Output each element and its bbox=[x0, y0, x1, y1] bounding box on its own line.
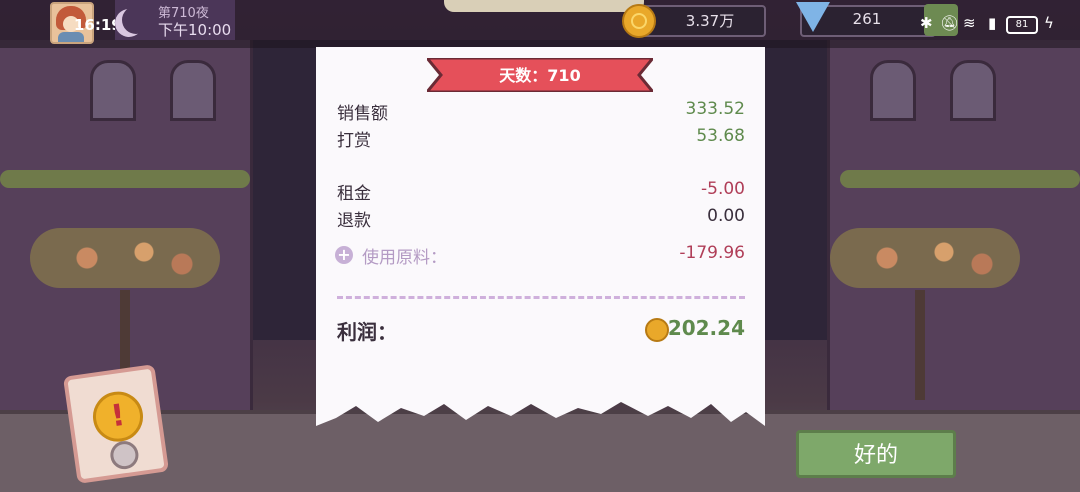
flowering-tree bbox=[830, 228, 1020, 288]
flowering-tree bbox=[30, 228, 220, 288]
tree-trunk bbox=[915, 290, 925, 400]
rent-label: 租金 bbox=[337, 184, 371, 204]
building-window bbox=[170, 60, 216, 121]
flower-vine bbox=[840, 170, 1080, 188]
card-dot-icon bbox=[108, 439, 141, 471]
flower-vine bbox=[0, 170, 250, 188]
plus-icon[interactable]: + bbox=[335, 246, 353, 264]
notification-icon: ▮ bbox=[988, 14, 997, 32]
coin-icon bbox=[645, 318, 669, 342]
materials-value: -179.96 bbox=[679, 243, 745, 263]
battery-indicator: 81 bbox=[1006, 16, 1038, 34]
exclamation-icon: ! bbox=[89, 388, 147, 445]
building-window bbox=[90, 60, 136, 121]
divider bbox=[337, 296, 745, 299]
top-tab[interactable] bbox=[444, 0, 644, 12]
profit-label: 利润： bbox=[337, 320, 397, 344]
tips-value: 53.68 bbox=[696, 126, 745, 146]
gem-value: 261 bbox=[852, 10, 882, 28]
building-window bbox=[870, 60, 916, 121]
materials-label[interactable]: 使用原料： bbox=[362, 243, 447, 268]
receipt-torn-edge bbox=[316, 396, 765, 426]
game-time: 下午10:00 bbox=[158, 21, 232, 39]
day-count: 天数：710 bbox=[499, 66, 581, 85]
charging-icon: ϟ bbox=[1044, 14, 1054, 32]
moon-icon bbox=[122, 6, 150, 34]
ok-button[interactable]: 好的 bbox=[796, 430, 956, 478]
coin-icon bbox=[622, 4, 656, 38]
right-building bbox=[827, 40, 1080, 410]
bluetooth-icon: ✱ bbox=[920, 14, 933, 32]
mute-icon: 🔕︎ bbox=[940, 14, 960, 32]
refund-value: 0.00 bbox=[707, 206, 745, 226]
sales-label: 销售额 bbox=[337, 104, 388, 124]
profit-value: 202.24 bbox=[667, 316, 745, 340]
rent-value: -5.00 bbox=[701, 179, 745, 199]
building-window bbox=[950, 60, 996, 121]
wifi-icon: ≋ bbox=[963, 14, 976, 32]
sales-value: 333.52 bbox=[685, 99, 745, 119]
tips-label: 打赏 bbox=[337, 131, 371, 151]
coin-value: 3.37万 bbox=[685, 12, 735, 30]
refund-label: 退款 bbox=[337, 211, 371, 231]
alert-card-button[interactable]: ! bbox=[62, 364, 170, 484]
